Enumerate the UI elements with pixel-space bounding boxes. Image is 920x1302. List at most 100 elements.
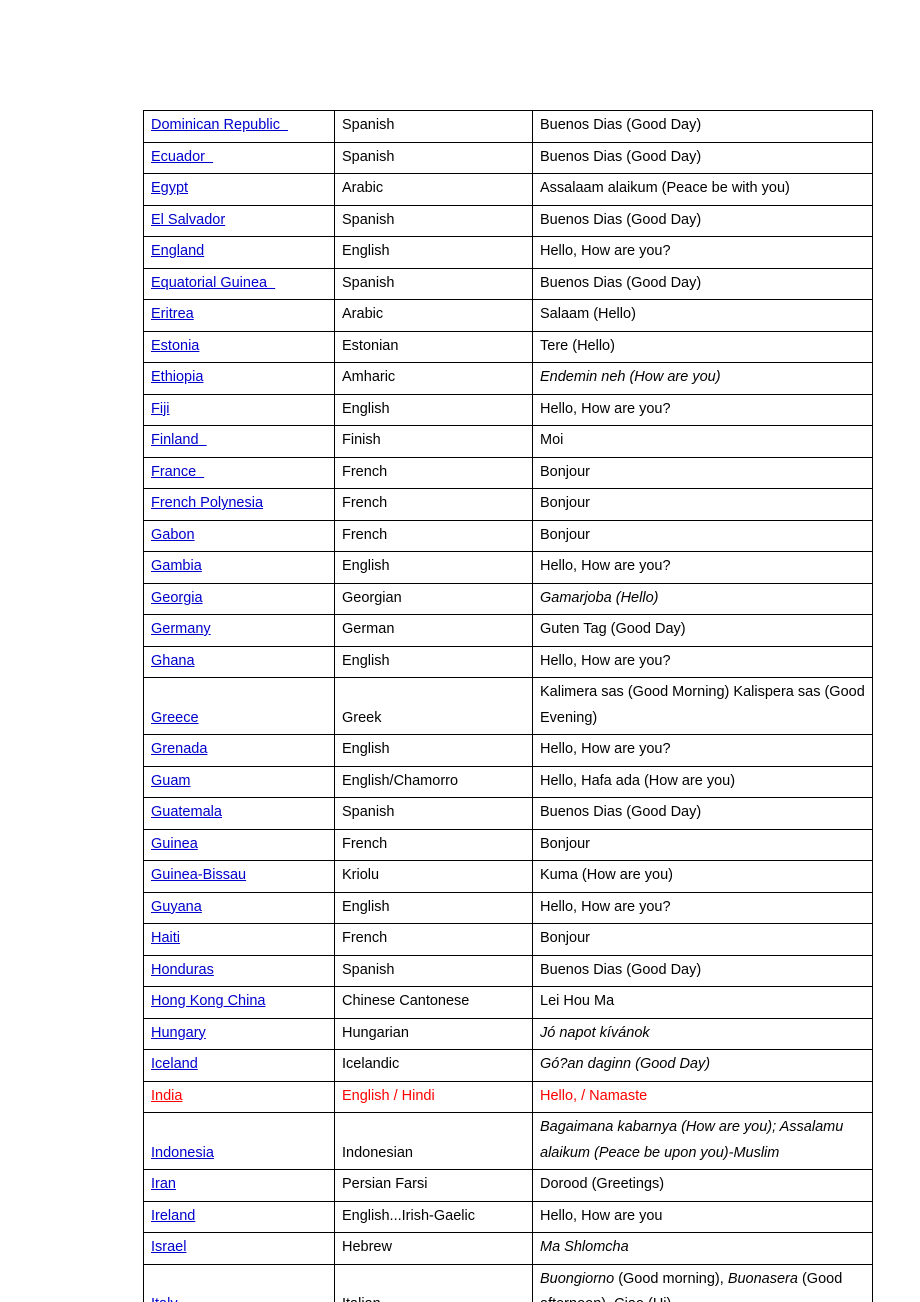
country-link[interactable]: Iceland xyxy=(151,1056,198,1072)
table-row: Ireland English...Irish-Gaelic Hello, How … xyxy=(143,1200,873,1233)
cell-country: Georgia xyxy=(143,582,335,615)
cell-greeting: Assalaam alaikum (Peace be with you) xyxy=(532,173,873,206)
country-link[interactable]: Hungary xyxy=(151,1025,206,1041)
country-link[interactable]: Israel xyxy=(151,1239,186,1255)
cell-language: Hebrew xyxy=(334,1232,533,1265)
country-link[interactable]: Haiti xyxy=(151,930,180,946)
country-link[interactable]: Fiji xyxy=(151,401,170,417)
country-link[interactable]: Ethiopia xyxy=(151,369,203,385)
table-row: England English Hello, How are you? xyxy=(143,236,873,269)
cell-language: French xyxy=(334,488,533,521)
cell-greeting: Buenos Dias (Good Day) xyxy=(532,110,873,143)
table-row: Iceland Icelandic Gó?an daginn (Good Day) xyxy=(143,1049,873,1082)
cell-language: Chinese Cantonese xyxy=(334,986,533,1019)
cell-language: English/Chamorro xyxy=(334,765,533,798)
cell-country: Egypt xyxy=(143,173,335,206)
country-link[interactable]: Guam xyxy=(151,773,191,789)
cell-language: Icelandic xyxy=(334,1049,533,1082)
country-link[interactable]: Ireland xyxy=(151,1208,195,1224)
country-link[interactable]: Iran xyxy=(151,1176,176,1192)
cell-country: Guatemala xyxy=(143,797,335,830)
cell-country: Iran xyxy=(143,1169,335,1202)
cell-greeting: Endemin neh (How are you) xyxy=(532,362,873,395)
country-link[interactable]: Equatorial Guinea xyxy=(151,275,275,291)
cell-country: Italy xyxy=(143,1263,335,1302)
cell-country: Grenada xyxy=(143,734,335,767)
country-link[interactable]: Gambia xyxy=(151,558,202,574)
cell-greeting: Lei Hou Ma xyxy=(532,986,873,1019)
cell-language: Spanish xyxy=(334,141,533,174)
country-link[interactable]: Honduras xyxy=(151,962,214,978)
table-row: Georgia Georgian Gamarjoba (Hello) xyxy=(143,582,873,615)
cell-language: English xyxy=(334,236,533,269)
country-link[interactable]: Guinea xyxy=(151,836,198,852)
cell-country: France xyxy=(143,456,335,489)
cell-language: Georgian xyxy=(334,582,533,615)
country-link[interactable]: Gabon xyxy=(151,527,195,543)
cell-greeting: Bagaimana kabarnya (How are you); Assala… xyxy=(532,1112,873,1170)
cell-greeting: Guten Tag (Good Day) xyxy=(532,614,873,647)
cell-greeting: Bonjour xyxy=(532,488,873,521)
table-row: Greece Greek Kalimera sas (Good Morning) K… xyxy=(143,677,873,735)
cell-language: Estonian xyxy=(334,330,533,363)
cell-language: Arabic xyxy=(334,299,533,332)
country-link[interactable]: Estonia xyxy=(151,338,199,354)
cell-language: German xyxy=(334,614,533,647)
cell-language: Persian Farsi xyxy=(334,1169,533,1202)
cell-language: Indonesian xyxy=(334,1112,533,1170)
country-link[interactable]: Greece xyxy=(151,710,199,726)
country-link[interactable]: Indonesia xyxy=(151,1145,214,1161)
country-link[interactable]: France xyxy=(151,464,204,480)
country-link[interactable]: England xyxy=(151,243,204,259)
cell-language: English xyxy=(334,734,533,767)
table-row: Ecuador Spanish Buenos Dias (Good Day) xyxy=(143,141,873,174)
country-link[interactable]: Ecuador xyxy=(151,149,213,165)
cell-country: Gambia xyxy=(143,551,335,584)
country-link[interactable]: Eritrea xyxy=(151,306,194,322)
table-row: French Polynesia French Bonjour xyxy=(143,488,873,521)
table-row: Finland Finish Moi xyxy=(143,425,873,458)
cell-country: Haiti xyxy=(143,923,335,956)
greeting-segment: Buongiorno xyxy=(540,1270,615,1287)
cell-country: Guinea xyxy=(143,828,335,861)
country-link[interactable]: Georgia xyxy=(151,590,203,606)
cell-greeting: Bonjour xyxy=(532,519,873,552)
table-row: Haiti French Bonjour xyxy=(143,923,873,956)
cell-language: Hungarian xyxy=(334,1017,533,1050)
cell-country: Greece xyxy=(143,677,335,735)
cell-greeting: Buenos Dias (Good Day) xyxy=(532,954,873,987)
table-row: Honduras Spanish Buenos Dias (Good Day) xyxy=(143,954,873,987)
greeting-segment: (Good morning), xyxy=(614,1270,728,1287)
country-link[interactable]: Guyana xyxy=(151,899,202,915)
cell-greeting: Hello, How are you xyxy=(532,1200,873,1233)
cell-language: English...Irish-Gaelic xyxy=(334,1200,533,1233)
country-link[interactable]: Finland xyxy=(151,432,207,448)
table-body: Dominican Republic Spanish Buenos Dias (G… xyxy=(143,110,873,1302)
table-row: Ghana English Hello, How are you? xyxy=(143,645,873,678)
cell-country: Hungary xyxy=(143,1017,335,1050)
country-link[interactable]: Hong Kong China xyxy=(151,993,265,1009)
table-row: Germany German Guten Tag (Good Day) xyxy=(143,614,873,647)
table-row: Guinea French Bonjour xyxy=(143,828,873,861)
cell-greeting: Gó?an daginn (Good Day) xyxy=(532,1049,873,1082)
cell-country: Guinea-Bissau xyxy=(143,860,335,893)
country-link[interactable]: French Polynesia xyxy=(151,495,263,511)
cell-language: Finish xyxy=(334,425,533,458)
cell-language: Kriolu xyxy=(334,860,533,893)
cell-country: Hong Kong China xyxy=(143,986,335,1019)
country-link[interactable]: Guinea-Bissau xyxy=(151,867,246,883)
cell-language: Italian xyxy=(334,1263,533,1302)
country-link[interactable]: Egypt xyxy=(151,180,188,196)
table-row: El Salvador Spanish Buenos Dias (Good Day) xyxy=(143,204,873,237)
country-link[interactable]: Grenada xyxy=(151,741,207,757)
country-link[interactable]: Ghana xyxy=(151,653,195,669)
cell-country: Germany xyxy=(143,614,335,647)
country-link[interactable]: India xyxy=(151,1088,182,1104)
country-link[interactable]: El Salvador xyxy=(151,212,225,228)
country-link[interactable]: Guatemala xyxy=(151,804,222,820)
cell-greeting: Buenos Dias (Good Day) xyxy=(532,267,873,300)
country-link[interactable]: Germany xyxy=(151,621,211,637)
country-link[interactable]: Italy xyxy=(151,1296,178,1302)
cell-language: Greek xyxy=(334,677,533,735)
country-link[interactable]: Dominican Republic xyxy=(151,117,288,133)
